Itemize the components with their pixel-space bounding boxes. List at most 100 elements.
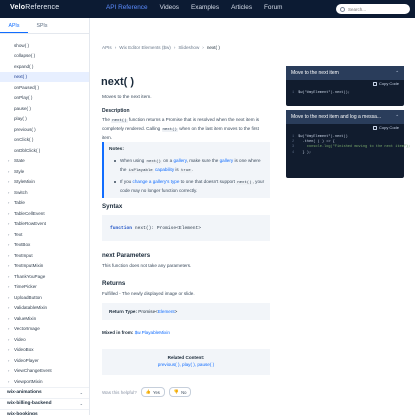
code-line: .then( ( ) => { (298, 140, 335, 145)
chevron-right-icon: › (8, 273, 10, 279)
sidebar-class-item[interactable]: › State (0, 156, 89, 167)
page-lead: Moves to the next item. (102, 95, 152, 100)
search-input[interactable] (348, 6, 404, 12)
chevron-right-icon: › (8, 168, 10, 174)
feedback-question: Was this helpful? (102, 389, 137, 395)
sidebar-class-label: UploadButton (14, 294, 42, 300)
nav-videos[interactable]: Videos (160, 4, 179, 11)
sidebar-method-item[interactable]: show( ) (0, 40, 89, 51)
syntax-heading: Syntax (102, 203, 123, 210)
search-icon (340, 6, 345, 12)
chevron-up-icon[interactable]: ⌃ (395, 70, 399, 76)
change-gallery-type-link[interactable]: change a gallery's type (133, 179, 180, 184)
sidebar-method-item[interactable]: onPlay( ) (0, 93, 89, 104)
note-text: If you (120, 179, 132, 184)
sidebar-class-item[interactable]: › Video (0, 334, 89, 345)
notes-heading: Notes: (109, 147, 124, 152)
sidebar-package-item[interactable]: wix-animations ⌄ (0, 386, 89, 398)
tab-spis[interactable]: SPIs (28, 18, 56, 33)
nav-examples[interactable]: Examples (191, 4, 219, 11)
sidebar-class-label: VideoBox (14, 347, 34, 353)
capability-link[interactable]: capability (155, 167, 174, 172)
sidebar-class-item[interactable]: › ValueMixin (0, 313, 89, 324)
tab-apis[interactable]: APIs (0, 18, 28, 33)
copy-icon (372, 125, 377, 130)
breadcrumb-wix-editor-elements[interactable]: Wix Editor Elements ($w) (119, 45, 171, 50)
chevron-right-icon: › (8, 179, 10, 185)
description-text: The next() function returns a Promise th… (102, 116, 270, 142)
sidebar-method-item[interactable]: onDblClick( ) (0, 145, 89, 156)
related-content-links[interactable]: previous( ), play( ), pause( ) (102, 362, 270, 367)
chevron-right-icon: › (8, 336, 10, 342)
sidebar-method-item[interactable]: next( ) (0, 71, 89, 82)
desc-text: The (102, 117, 110, 122)
search-box[interactable] (336, 4, 410, 14)
nav-api-reference[interactable]: API Reference (106, 4, 148, 11)
sidebar-method-item[interactable]: collapse( ) (0, 51, 89, 62)
sidebar-class-item[interactable]: › TextBox (0, 240, 89, 251)
breadcrumb-apis[interactable]: APIs (102, 45, 112, 50)
chevron-right-icon: › (8, 263, 10, 269)
sidebar-method-item[interactable]: expand( ) (0, 61, 89, 72)
sidebar-class-item[interactable]: › Style (0, 166, 89, 177)
example-header[interactable]: Move to the next item ⌃ (286, 66, 404, 80)
gallery-link[interactable]: gallery (173, 158, 186, 163)
sidebar-method-item[interactable]: pause( ) (0, 103, 89, 114)
sidebar-class-item[interactable]: › ViewportMixin (0, 376, 89, 387)
syntax-signature: next(): Promise<Element> (134, 226, 201, 231)
sidebar-method-item[interactable]: onPaused( ) (0, 82, 89, 93)
copy-code-button[interactable]: Copy Code (372, 125, 399, 130)
sidebar-class-item[interactable]: › VideoBox (0, 345, 89, 356)
notes-box: Notes: When using next() on a gallery, m… (102, 142, 270, 198)
sidebar-class-item[interactable]: › ViewChangeEvent (0, 366, 89, 377)
desc-code: next() (111, 119, 128, 123)
sidebar-class-item[interactable]: › ValidatableMixin (0, 303, 89, 314)
feedback-yes-button[interactable]: 👍 Yes (140, 387, 165, 397)
note-text: When using (120, 158, 145, 163)
sidebar-class-label: TimePicker (14, 284, 37, 290)
sidebar-method-item[interactable]: play( ) (0, 114, 89, 125)
note-text: on a (163, 158, 173, 163)
chevron-down-icon: ⌄ (79, 390, 83, 395)
code-line: $w("#myElement").next(); (298, 91, 350, 95)
sidebar-class-item[interactable]: › UploadButton (0, 292, 89, 303)
sidebar-class-item[interactable]: › TableCellEvent (0, 208, 89, 219)
copy-code-button[interactable]: Copy Code (372, 81, 399, 86)
example-header[interactable]: Move to the next item and log a messa...… (286, 110, 404, 124)
sidebar-class-item[interactable]: › Table (0, 198, 89, 209)
code-line: $w("#myElement").next() (298, 135, 348, 139)
breadcrumb-slideshow[interactable]: Slideshow (178, 45, 199, 50)
nav-articles[interactable]: Articles (231, 4, 252, 11)
thumbs-down-icon: 👎 (173, 389, 180, 394)
sidebar-class-label: ViewportMixin (14, 378, 43, 384)
sidebar-class-item[interactable]: › TimePicker (0, 282, 89, 293)
sidebar-class-item[interactable]: › VideoPlayer (0, 355, 89, 366)
sidebar-class-item[interactable]: › Switch (0, 187, 89, 198)
sidebar-class-label: TextBox (14, 242, 31, 248)
sidebar-method-item[interactable]: previous( ) (0, 124, 89, 135)
note-text: . (191, 167, 193, 172)
sidebar-class-item[interactable]: › TextInput (0, 250, 89, 261)
sidebar-class-item[interactable]: › TextInputMixin (0, 261, 89, 272)
sidebar-class-label: Switch (14, 189, 28, 195)
note-code: true (180, 169, 192, 173)
element-link[interactable]: Element (158, 309, 175, 314)
sidebar-package-label: wix-animations (7, 390, 42, 395)
sidebar-class-item[interactable]: › ThankYouPage (0, 271, 89, 282)
sidebar-package-item[interactable]: wix-bookings ⌄ (0, 408, 89, 415)
sidebar-class-item[interactable]: › Text (0, 229, 89, 240)
sidebar-class-item[interactable]: › VectorImage (0, 324, 89, 335)
feedback-no-button[interactable]: 👎 No (168, 387, 192, 397)
sidebar-class-item[interactable]: › TableRowEvent (0, 219, 89, 230)
return-type-prefix: Promise< (138, 309, 158, 314)
sidebar-class-label: Text (14, 231, 23, 237)
gallery-link[interactable]: gallery (220, 158, 234, 163)
chevron-up-icon[interactable]: ⌃ (395, 114, 399, 120)
velo-reference-logo[interactable]: VeloReference (10, 4, 59, 11)
nav-forum[interactable]: Forum (264, 4, 282, 11)
sidebar-class-item[interactable]: › StyleMixin (0, 177, 89, 188)
sidebar-method-item[interactable]: onClick( ) (0, 135, 89, 146)
playable-mixin-link[interactable]: $w.PlayableMixin (135, 330, 170, 335)
syntax-code-block: function next(): Promise<Element> (102, 215, 270, 241)
sidebar-package-item[interactable]: wix-billing-backend ⌄ (0, 397, 89, 409)
